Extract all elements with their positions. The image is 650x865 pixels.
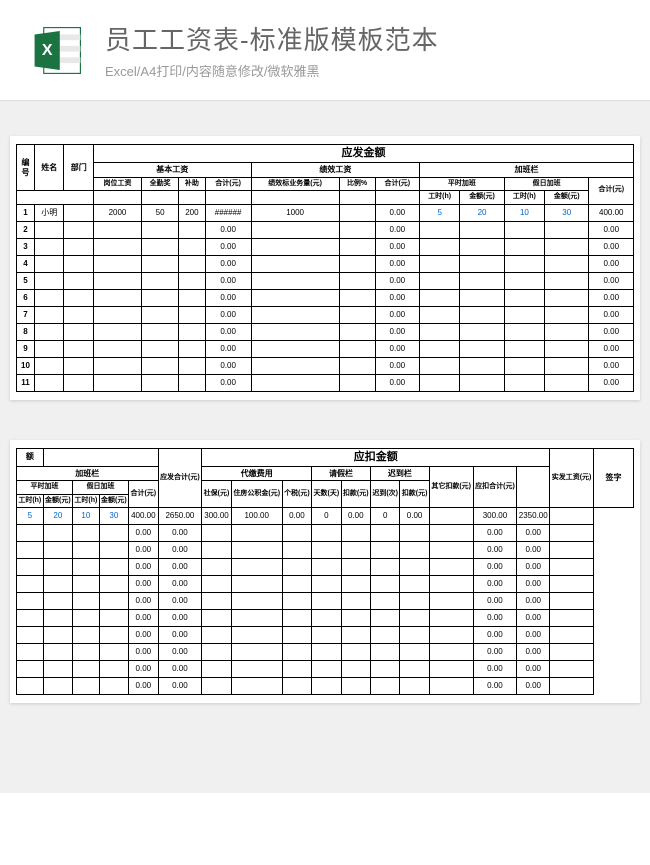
table-row: 0.000.000.000.00 xyxy=(17,559,634,576)
table-row: 0.000.000.000.00 xyxy=(17,661,634,678)
section-deduct: 应扣金额 xyxy=(202,448,550,466)
grp-perf: 绩效工资 xyxy=(251,163,419,178)
table-row: 0.000.000.000.00 xyxy=(17,593,634,610)
top-e: 额 xyxy=(17,448,44,466)
hdr-post: 岗位工资 xyxy=(93,177,141,190)
table-row: 0.000.000.000.00 xyxy=(17,678,634,695)
hdr-other: 其它扣款(元) xyxy=(429,466,473,507)
table-row: 0.000.000.000.00 xyxy=(17,542,634,559)
table-row: 80.000.000.00 xyxy=(17,323,634,340)
section-payable: 应发金额 xyxy=(93,145,633,163)
deduction-table: 额 应发合计(元) 应扣金额 实发工资(元) 签字 加班栏 代缴费用 请假栏 迟… xyxy=(16,448,634,696)
table-row: 30.000.000.00 xyxy=(17,238,634,255)
hdr-attend: 全勤奖 xyxy=(142,177,179,190)
page-subtitle: Excel/A4打印/内容随意修改/微软雅黑 xyxy=(105,61,620,80)
hdr-perf-pct: 比例% xyxy=(339,177,375,190)
hdr-sub: 补助 xyxy=(179,177,205,190)
hdr-deduct-sum: 应扣合计(元) xyxy=(473,466,517,507)
hdr-ot-holiday: 假日加班 xyxy=(504,177,589,190)
grp-late: 迟到栏 xyxy=(370,466,429,481)
svg-text:X: X xyxy=(42,41,53,59)
table-row: 90.000.000.00 xyxy=(17,340,634,357)
hdr-net: 实发工资(元) xyxy=(550,448,594,508)
table-row: 60.000.000.00 xyxy=(17,289,634,306)
table-row: 0.000.000.000.00 xyxy=(17,610,634,627)
page-header: X 员工工资表-标准版模板范本 Excel/A4打印/内容随意修改/微软雅黑 xyxy=(0,0,650,101)
payable-sheet: 编号 姓名 部门 应发金额 基本工资 绩效工资 加班栏 岗位工资 全勤奖 补助 … xyxy=(10,136,640,400)
page-title: 员工工资表-标准版模板范本 xyxy=(105,20,620,57)
table-row: 0.000.000.000.00 xyxy=(17,644,634,661)
col-id: 编号 xyxy=(17,145,35,191)
grp-ot2: 加班栏 xyxy=(17,466,159,481)
table-row: 110.000.000.00 xyxy=(17,374,634,391)
excel-icon: X xyxy=(30,23,85,78)
hdr-payable-sum: 应发合计(元) xyxy=(158,448,202,508)
table-row: 0.000.000.000.00 xyxy=(17,627,634,644)
table-row: 50.000.000.00 xyxy=(17,272,634,289)
table-row: 70.000.000.00 xyxy=(17,306,634,323)
deduction-sheet: 额 应发合计(元) 应扣金额 实发工资(元) 签字 加班栏 代缴费用 请假栏 迟… xyxy=(10,440,640,704)
grp-ot: 加班栏 xyxy=(420,163,634,178)
table-row: 0.000.000.000.00 xyxy=(17,576,634,593)
hdr-sign: 签字 xyxy=(594,448,634,508)
hdr-ot-normal: 平时加班 xyxy=(420,177,505,190)
payable-table: 编号 姓名 部门 应发金额 基本工资 绩效工资 加班栏 岗位工资 全勤奖 补助 … xyxy=(16,144,634,392)
table-row: 1小明200050200######10000.005201030400.00 xyxy=(17,204,634,221)
hdr-perf-sum: 合计(元) xyxy=(375,177,419,190)
table-row: 40.000.000.00 xyxy=(17,255,634,272)
hdr-basic-sum: 合计(元) xyxy=(205,177,251,190)
table-row: 5201030400.002650.00300.00100.000.0000.0… xyxy=(17,508,634,525)
hdr-ot-sum: 合计(元) xyxy=(589,177,634,204)
table-row: 100.000.000.00 xyxy=(17,357,634,374)
table-row: 0.000.000.000.00 xyxy=(17,525,634,542)
hdr-perf-std: 绩效标业务量(元) xyxy=(251,177,339,190)
grp-leave: 请假栏 xyxy=(312,466,371,481)
grp-pay: 代缴费用 xyxy=(202,466,312,481)
col-dept: 部门 xyxy=(64,145,93,191)
table-row: 20.000.000.00 xyxy=(17,221,634,238)
grp-basic: 基本工资 xyxy=(93,163,251,178)
col-name: 姓名 xyxy=(35,145,64,191)
